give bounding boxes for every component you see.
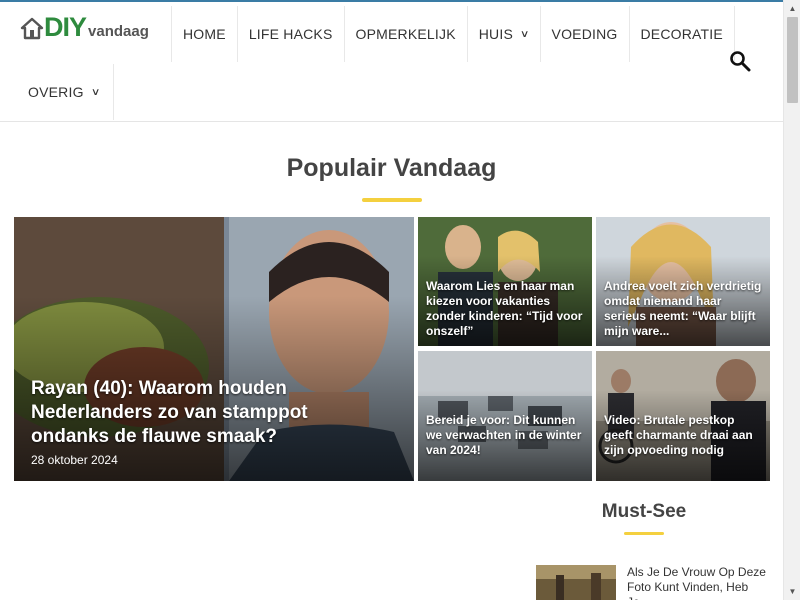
featured-date: 28 oktober 2024	[31, 453, 118, 467]
vertical-scrollbar[interactable]: ▲ ▼	[783, 0, 800, 600]
must-see-item-title[interactable]: Als Je De Vrouw Op Deze Foto Kunt Vinden…	[627, 565, 767, 600]
article-card[interactable]: Bereid je voor: Dit kunnen we verwachten…	[418, 351, 592, 481]
scroll-up-arrow-icon[interactable]: ▲	[784, 0, 800, 17]
article-card[interactable]: Waarom Lies en haar man kiezen voor vaka…	[418, 217, 592, 346]
featured-title[interactable]: Rayan (40): Waarom houden Nederlanders z…	[31, 377, 374, 449]
chevron-down-icon: ∨	[90, 86, 101, 98]
chevron-down-icon: ∨	[519, 28, 530, 40]
site-logo[interactable]: DIY vandaag	[20, 12, 149, 42]
house-icon	[20, 17, 44, 40]
article-title[interactable]: Waarom Lies en haar man kiezen voor vaka…	[426, 279, 584, 339]
must-see-title: Must-See	[601, 501, 687, 522]
scroll-down-arrow-icon[interactable]: ▼	[784, 583, 800, 600]
article-card[interactable]: Andrea voelt zich verdrietig omdat niema…	[596, 217, 770, 346]
main-nav: HOME LIFE HACKS OPMERKELIJK HUIS ∨ VOEDIN…	[171, 6, 735, 62]
article-title[interactable]: Video: Brutale pestkop geeft charmante d…	[604, 413, 762, 458]
article-card[interactable]: Video: Brutale pestkop geeft charmante d…	[596, 351, 770, 481]
must-see-thumbnail[interactable]	[536, 565, 616, 600]
site-header: DIY vandaag HOME LIFE HACKS OPMERKELIJK …	[0, 2, 783, 122]
main-nav-row-2: OVERIG ∨	[18, 64, 115, 120]
scrollbar-thumb[interactable]	[787, 17, 798, 103]
nav-item-home[interactable]: HOME	[171, 6, 237, 62]
nav-item-voeding[interactable]: VOEDING	[539, 6, 629, 62]
nav-item-huis[interactable]: HUIS ∨	[466, 6, 540, 62]
nav-item-life-hacks[interactable]: LIFE HACKS	[236, 6, 344, 62]
article-title[interactable]: Andrea voelt zich verdrietig omdat niema…	[604, 279, 762, 339]
logo-sub-text: vandaag	[88, 23, 149, 40]
featured-article[interactable]: Rayan (40): Waarom houden Nederlanders z…	[14, 217, 414, 481]
must-see-underline	[624, 532, 664, 535]
search-icon[interactable]	[729, 50, 751, 72]
section-title: Populair Vandaag	[286, 154, 497, 182]
nav-item-decoratie[interactable]: DECORATIE	[628, 6, 735, 62]
nav-item-overig[interactable]: OVERIG ∨	[18, 64, 115, 120]
nav-item-opmerkelijk[interactable]: OPMERKELIJK	[343, 6, 467, 62]
title-underline	[362, 198, 422, 202]
must-see-image	[536, 565, 616, 600]
article-title[interactable]: Bereid je voor: Dit kunnen we verwachten…	[426, 413, 584, 458]
logo-main-text: DIY	[44, 12, 87, 42]
